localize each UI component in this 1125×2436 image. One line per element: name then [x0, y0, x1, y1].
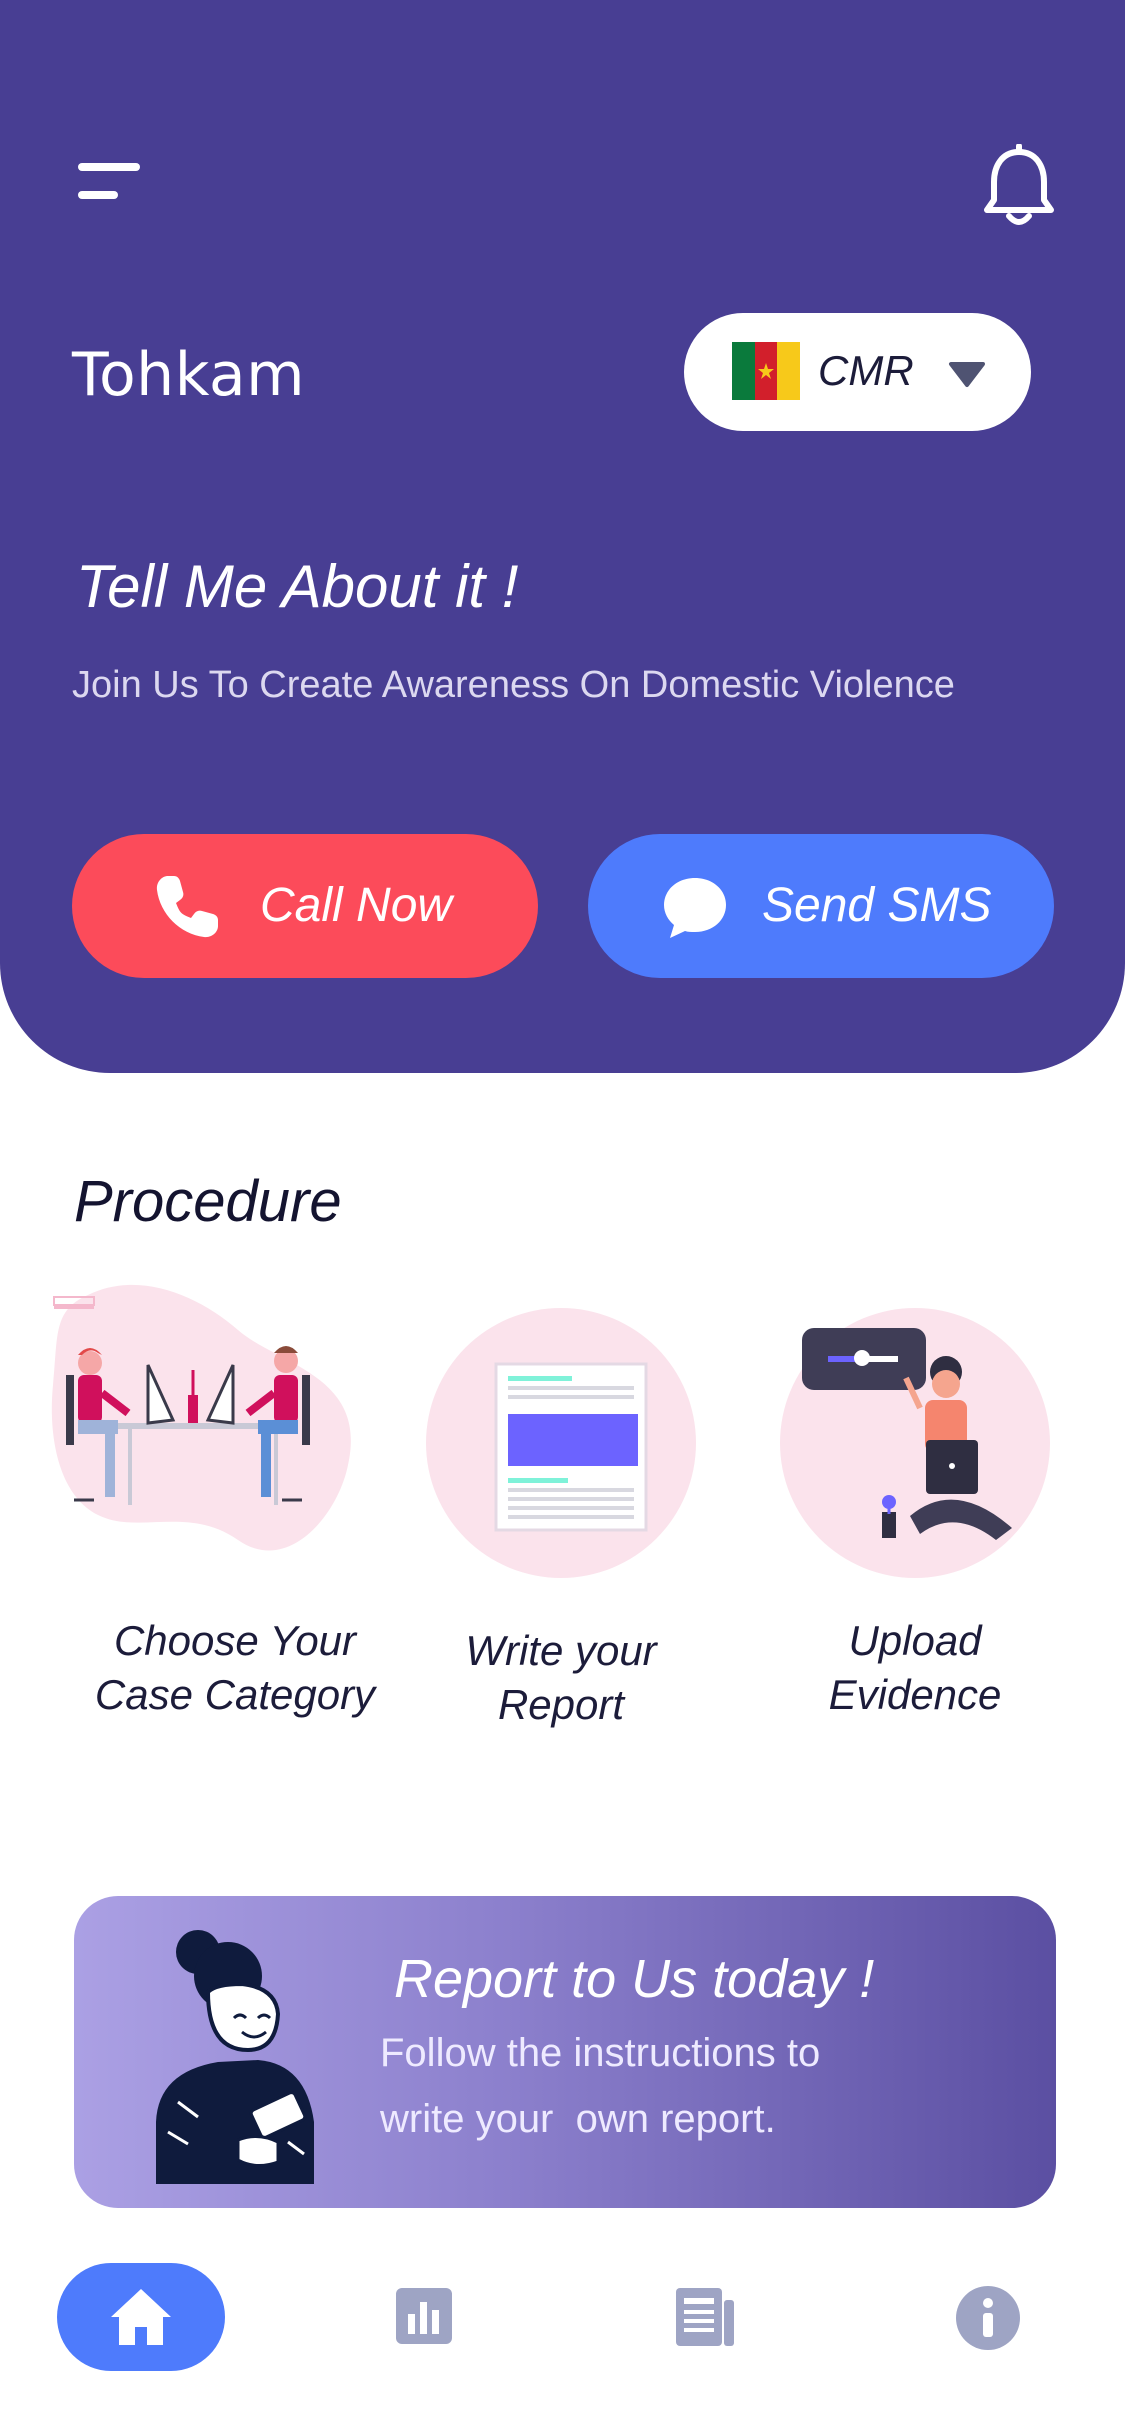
send-sms-label: Send SMS — [762, 879, 992, 932]
news-icon[interactable] — [674, 2286, 736, 2348]
choose-category-illustration[interactable] — [48, 1275, 358, 1575]
subtitle: Join Us To Create Awareness On Domestic … — [72, 664, 955, 706]
step-write-report-label: Write your Report — [465, 1627, 657, 1728]
stats-icon[interactable] — [396, 2288, 452, 2344]
banner-text: Follow the instructions to write your ow… — [380, 2031, 821, 2141]
tagline: Tell Me About it ! — [76, 553, 519, 620]
nav-item-home[interactable] — [57, 2263, 225, 2371]
report-banner[interactable]: Report to Us today ! Follow the instruct… — [74, 1896, 1056, 2208]
banner-title: Report to Us today ! — [394, 1949, 875, 2009]
country-selector[interactable]: CMR — [684, 313, 1031, 431]
header-panel: Tohkam CMR Tell Me About it ! Join Us To… — [0, 0, 1125, 1073]
phone-icon — [156, 876, 218, 938]
step-choose-category-label: Choose Your Case Category — [94, 1617, 376, 1718]
write-report-illustration[interactable] — [426, 1308, 696, 1578]
country-code: CMR — [818, 347, 914, 394]
girl-with-phone-illustration — [156, 1930, 314, 2184]
menu-icon[interactable] — [78, 163, 142, 201]
send-sms-button[interactable]: Send SMS — [588, 834, 1054, 978]
info-icon[interactable] — [956, 2286, 1020, 2350]
chat-bubble-icon — [664, 878, 726, 938]
procedure-title: Procedure — [74, 1169, 342, 1234]
home-icon — [111, 2289, 171, 2345]
cameroon-flag-icon — [732, 342, 800, 400]
upload-evidence-illustration[interactable] — [780, 1308, 1050, 1578]
call-now-button[interactable]: Call Now — [72, 834, 538, 978]
call-now-label: Call Now — [260, 879, 453, 932]
app-title: Tohkam — [72, 340, 306, 410]
step-upload-evidence-label: Upload Evidence — [828, 1617, 1002, 1718]
chevron-down-icon — [949, 362, 985, 387]
bell-icon[interactable] — [982, 144, 1056, 228]
bottom-navigation — [0, 2236, 1125, 2436]
